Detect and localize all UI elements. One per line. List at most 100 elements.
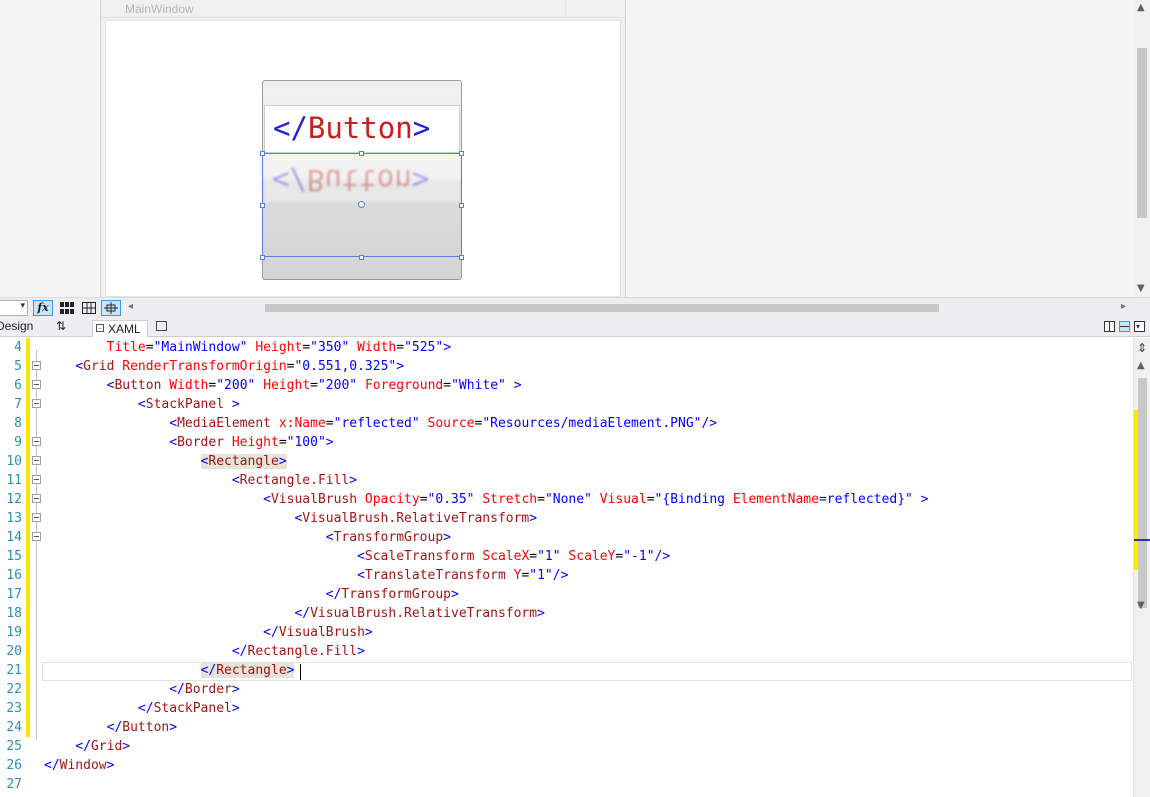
resize-handle-bc[interactable] [359, 255, 364, 260]
xaml-code-editor[interactable]: 4 Title="MainWindow" Height="350" Width=… [0, 338, 1150, 797]
code-text: </VisualBrush.RelativeTransform> [44, 604, 544, 623]
line-number: 23 [6, 701, 22, 716]
code-line[interactable]: 21 </Rectangle> [0, 661, 1133, 680]
snapline-icon [104, 302, 118, 314]
code-token: > [920, 492, 929, 507]
code-line[interactable]: 27 [0, 775, 1133, 794]
resize-handle-tl[interactable] [260, 151, 265, 156]
chevron-down-icon[interactable]: ▾ [20, 301, 25, 311]
code-line[interactable]: 17 </TransformGroup> [0, 585, 1133, 604]
resize-handle-tr[interactable] [459, 151, 464, 156]
code-line[interactable]: 26 </Window> [0, 756, 1133, 775]
collapse-pane-icon[interactable]: – [96, 324, 104, 332]
code-line[interactable]: 12 <VisualBrush Opacity="0.35" Stretch="… [0, 490, 1133, 509]
render-transform-origin-handle[interactable] [358, 201, 365, 208]
collapse-icon[interactable] [32, 494, 41, 503]
code-token: = [537, 492, 545, 507]
code-text: <TransformGroup> [44, 528, 451, 547]
editor-splitter-icon[interactable]: ⇕ [1137, 341, 1147, 355]
resize-handle-br[interactable] [459, 255, 464, 260]
collapse-icon[interactable] [32, 532, 41, 541]
editor-vertical-scrollbar[interactable]: ▲ ▼ [1133, 338, 1150, 797]
code-token: /> [701, 416, 718, 431]
collapse-pane-toggle-icon[interactable]: ▾ [1134, 321, 1145, 332]
scroll-up-icon[interactable]: ▲ [1137, 2, 1145, 13]
code-token: Source [427, 416, 475, 431]
code-line[interactable]: 8 <MediaElement x:Name="reflected" Sourc… [0, 414, 1133, 433]
code-token: RenderTransformOrigin [122, 359, 287, 374]
code-line[interactable]: 11 <Rectangle.Fill> [0, 471, 1133, 490]
code-token: StackPanel [153, 701, 232, 716]
code-token: StackPanel [145, 397, 225, 412]
code-line[interactable]: 14 <TransformGroup> [0, 528, 1133, 547]
code-token: =reflected}" [818, 492, 913, 507]
artboard-effects-button[interactable]: fx [33, 300, 53, 316]
horizontal-split-icon[interactable] [1119, 321, 1130, 332]
code-line[interactable]: 9 <Border Height="100"> [0, 433, 1133, 452]
designer-vertical-scrollbar[interactable]: ▲ ▼ [1134, 0, 1150, 297]
code-line[interactable]: 16 <TranslateTransform Y="1"/> [0, 566, 1133, 585]
code-line[interactable]: 7 <StackPanel > [0, 395, 1133, 414]
snap-to-snaplines-button[interactable] [101, 300, 121, 316]
code-line[interactable]: 10 <Rectangle> [0, 452, 1133, 471]
code-token: = [396, 340, 405, 355]
resize-handle-mr[interactable] [459, 203, 464, 208]
code-line[interactable]: 22 </Border> [0, 680, 1133, 699]
line-number: 10 [6, 454, 22, 469]
document-outline-icon[interactable] [156, 321, 167, 331]
vertical-split-icon[interactable] [1104, 321, 1115, 332]
code-token: </ [169, 682, 185, 697]
zoom-combo[interactable]: ▾ [0, 300, 28, 316]
code-line[interactable]: 24 </Button> [0, 718, 1133, 737]
code-text: <Rectangle> [44, 452, 287, 471]
collapse-icon[interactable] [32, 437, 41, 446]
media-element-preview[interactable]: </Button> [264, 105, 460, 153]
window-title: MainWindow [125, 2, 194, 16]
snap-to-grid-button[interactable] [79, 300, 99, 316]
code-line[interactable]: 19 </VisualBrush> [0, 623, 1133, 642]
scroll-down-icon[interactable]: ▼ [1137, 600, 1145, 611]
collapse-icon[interactable] [32, 513, 41, 522]
code-line[interactable]: 23 </StackPanel> [0, 699, 1133, 718]
code-line[interactable]: 6 <Button Width="200" Height="200" Foreg… [0, 376, 1133, 395]
scroll-right-icon[interactable]: ▸ [1121, 301, 1126, 312]
tab-xaml[interactable]: – XAML [92, 320, 148, 337]
designer-vertical-thumb[interactable] [1137, 48, 1147, 218]
code-line[interactable]: 20 </Rectangle.Fill> [0, 642, 1133, 661]
scroll-left-icon[interactable]: ◂ [128, 301, 133, 312]
resize-handle-ml[interactable] [260, 203, 265, 208]
scroll-down-icon[interactable]: ▼ [1137, 283, 1145, 294]
collapse-icon[interactable] [32, 380, 41, 389]
code-line[interactable]: 4 Title="MainWindow" Height="350" Width=… [0, 338, 1133, 357]
line-number: 12 [6, 492, 22, 507]
swap-panes-icon[interactable]: ⇅ [56, 319, 66, 333]
code-token: TransformGroup [333, 530, 444, 545]
designer-horizontal-thumb[interactable] [265, 304, 939, 312]
code-token: = [325, 416, 334, 431]
code-line[interactable]: 13 <VisualBrush.RelativeTransform> [0, 509, 1133, 528]
resize-handle-bl[interactable] [260, 255, 265, 260]
collapse-icon[interactable] [32, 399, 41, 408]
scroll-up-icon[interactable]: ▲ [1137, 360, 1145, 371]
tab-xaml-label: XAML [108, 322, 141, 336]
line-number: 16 [6, 568, 22, 583]
resize-handle-tc[interactable] [359, 151, 364, 156]
design-surface[interactable]: MainWindow </Button> </Button> ▲ ▼ [0, 0, 1150, 297]
toggle-grid-button[interactable] [57, 300, 77, 316]
designer-toolbar: ▾ fx ◂ ▸ [0, 297, 1150, 317]
collapse-icon[interactable] [32, 361, 41, 370]
collapse-icon[interactable] [32, 475, 41, 484]
collapse-icon[interactable] [32, 456, 41, 465]
code-token: </ [325, 587, 342, 602]
code-token: > [286, 663, 295, 678]
code-token: "None" [544, 492, 592, 507]
code-line[interactable]: 18 </VisualBrush.RelativeTransform> [0, 604, 1133, 623]
editor-vertical-thumb[interactable] [1138, 378, 1147, 608]
tab-design[interactable]: Design [0, 319, 33, 333]
code-token: Height [263, 378, 311, 393]
code-line[interactable]: 15 <ScaleTransform ScaleX="1" ScaleY="-1… [0, 547, 1133, 566]
code-line[interactable]: 5 <Grid RenderTransformOrigin="0.551,0.3… [0, 357, 1133, 376]
code-token: "0.551,0.325" [294, 359, 397, 374]
code-line[interactable]: 25 </Grid> [0, 737, 1133, 756]
code-token: "{Binding [654, 492, 733, 507]
